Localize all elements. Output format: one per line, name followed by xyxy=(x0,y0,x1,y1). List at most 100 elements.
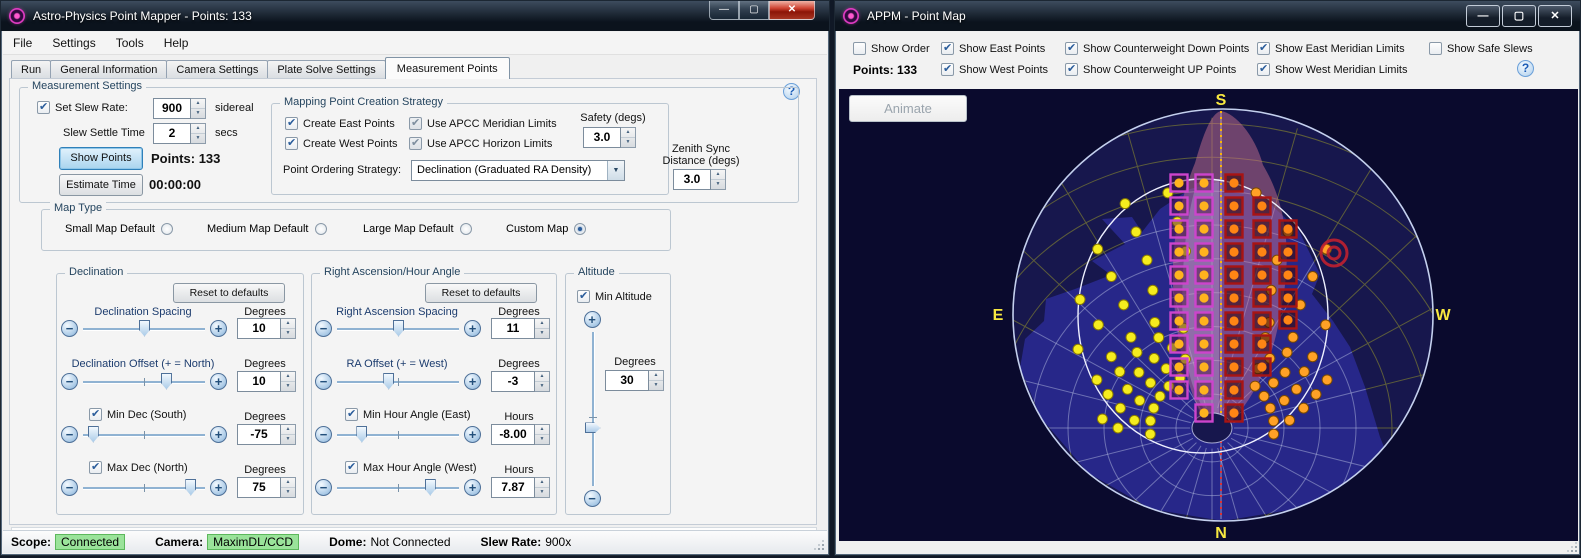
close-button[interactable]: ✕ xyxy=(769,1,815,20)
show-east-points-checkbox[interactable]: Show East Points xyxy=(941,41,1045,55)
zenith-sync-value[interactable]: 3.0 xyxy=(673,169,711,190)
radio-medium-map-default[interactable]: Medium Map Default xyxy=(207,223,327,235)
max-hour-angle-value[interactable]: 7.87 xyxy=(491,477,535,498)
radio-circle[interactable] xyxy=(459,223,472,235)
slider-thumb[interactable] xyxy=(160,372,172,390)
slider-minus-button[interactable]: − xyxy=(583,490,601,507)
set-slew-rate-checkbox[interactable]: Set Slew Rate: xyxy=(37,100,128,114)
max-dec-spinner[interactable]: 75 ▲ ▼ xyxy=(237,477,296,498)
dec-spacing-spinner[interactable]: 10 ▲ ▼ xyxy=(237,318,296,339)
slider-minus-button[interactable]: − xyxy=(61,478,78,496)
zenith-sync-spinner[interactable]: 3.0 ▲ ▼ xyxy=(673,169,726,190)
slider-minus-button[interactable]: − xyxy=(315,319,332,337)
radio-small-map-default[interactable]: Small Map Default xyxy=(65,223,173,235)
slider-plus-button[interactable]: + xyxy=(464,319,481,337)
min-dec-checkbox[interactable]: Min Dec (South) xyxy=(89,407,186,421)
show-order-checkbox[interactable]: Show Order xyxy=(853,42,930,55)
spinner-arrows[interactable]: ▲ ▼ xyxy=(535,424,550,445)
max-dec-checkbox[interactable]: Max Dec (North) xyxy=(89,460,188,474)
spinner-arrows[interactable]: ▲ ▼ xyxy=(711,169,726,190)
radio-circle[interactable] xyxy=(160,223,173,235)
min-altitude-slider[interactable]: + − xyxy=(583,311,601,507)
menu-file[interactable]: File xyxy=(3,33,42,53)
use-apcc-meridian-limits-checkbox[interactable]: Use APCC Meridian Limits xyxy=(409,116,557,130)
slider-plus-button[interactable]: + xyxy=(583,311,601,328)
spinner-arrows[interactable]: ▲ ▼ xyxy=(535,318,550,339)
point-ordering-combo[interactable]: Declination (Graduated RA Density) ▼ xyxy=(411,160,625,181)
checkbox-box[interactable] xyxy=(1257,62,1270,76)
ra-spacing-spinner[interactable]: 11 ▲ ▼ xyxy=(491,318,550,339)
slider-thumb[interactable] xyxy=(393,319,404,337)
slider-plus-button[interactable]: + xyxy=(210,478,227,496)
minimize-button[interactable]: — xyxy=(1466,5,1500,27)
min-dec-slider[interactable]: − + xyxy=(61,425,227,443)
min-altitude-spinner[interactable]: 30 ▲ ▼ xyxy=(605,370,664,391)
min-altitude-checkbox[interactable]: Min Altitude xyxy=(577,289,652,303)
checkbox-box[interactable] xyxy=(89,407,102,421)
min-dec-value[interactable]: -75 xyxy=(237,424,281,445)
close-button[interactable]: ✕ xyxy=(1538,5,1572,27)
checkbox-box[interactable] xyxy=(1429,42,1442,55)
spinner-arrows[interactable]: ▲ ▼ xyxy=(191,98,206,119)
slider-plus-button[interactable]: + xyxy=(210,372,227,390)
slider-plus-button[interactable]: + xyxy=(464,478,481,496)
menu-help[interactable]: Help xyxy=(154,33,199,53)
spinner-arrows[interactable]: ▲ ▼ xyxy=(281,371,296,392)
radio-custom-map[interactable]: Custom Map xyxy=(506,223,587,235)
chevron-down-icon[interactable]: ▼ xyxy=(607,161,624,180)
show-cw-up-points-checkbox[interactable]: Show Counterweight UP Points xyxy=(1065,62,1236,76)
declination-reset-button[interactable]: Reset to defaults xyxy=(173,283,285,303)
tab-general-information[interactable]: General Information xyxy=(50,60,168,79)
checkbox-box[interactable] xyxy=(285,116,298,130)
maximize-button[interactable]: ▢ xyxy=(739,1,769,20)
min-altitude-value[interactable]: 30 xyxy=(605,370,649,391)
spinner-arrows[interactable]: ▲ ▼ xyxy=(281,477,296,498)
tab-camera-settings[interactable]: Camera Settings xyxy=(166,60,269,79)
slider-plus-button[interactable]: + xyxy=(464,425,481,443)
min-hour-angle-slider[interactable]: − + xyxy=(315,425,481,443)
spinner-arrows[interactable]: ▲ ▼ xyxy=(535,477,550,498)
min-hour-angle-checkbox[interactable]: Min Hour Angle (East) xyxy=(345,407,471,421)
ra-offset-value[interactable]: -3 xyxy=(491,371,535,392)
title-bar[interactable]: Astro-Physics Point Mapper - Points: 133 xyxy=(1,1,829,31)
menu-settings[interactable]: Settings xyxy=(42,33,105,53)
min-hour-angle-value[interactable]: -8.00 xyxy=(491,424,535,445)
dec-offset-value[interactable]: 10 xyxy=(237,371,281,392)
use-apcc-horizon-limits-checkbox[interactable]: Use APCC Horizon Limits xyxy=(409,136,552,150)
slider-thumb[interactable] xyxy=(383,372,395,390)
maximize-button[interactable]: ▢ xyxy=(1502,5,1536,27)
slew-rate-spinner[interactable]: 900 ▲ ▼ xyxy=(153,98,206,119)
spinner-arrows[interactable]: ▲ ▼ xyxy=(281,318,296,339)
checkbox-box[interactable] xyxy=(285,136,298,150)
checkbox-box[interactable] xyxy=(1065,41,1078,55)
help-icon[interactable]: ? xyxy=(1517,60,1534,77)
show-cw-down-points-checkbox[interactable]: Show Counterweight Down Points xyxy=(1065,41,1249,55)
slew-rate-value[interactable]: 900 xyxy=(153,98,191,119)
point-map-canvas[interactable]: Animate S N E W xyxy=(839,89,1578,541)
resize-grip[interactable] xyxy=(1567,542,1577,552)
slider-plus-button[interactable]: + xyxy=(210,319,227,337)
slider-minus-button[interactable]: − xyxy=(61,425,78,443)
radio-circle[interactable] xyxy=(574,223,587,235)
menu-tools[interactable]: Tools xyxy=(106,33,154,53)
show-east-meridian-limits-checkbox[interactable]: Show East Meridian Limits xyxy=(1257,41,1405,55)
slider-thumb[interactable] xyxy=(424,478,436,496)
ra-reset-button[interactable]: Reset to defaults xyxy=(425,283,537,303)
spinner-arrows[interactable]: ▲ ▼ xyxy=(535,371,550,392)
slider-thumb[interactable] xyxy=(584,422,601,434)
checkbox-box[interactable] xyxy=(345,407,358,421)
slider-plus-button[interactable]: + xyxy=(210,425,227,443)
ra-offset-slider[interactable]: − + xyxy=(315,372,481,390)
slider-thumb[interactable] xyxy=(185,478,197,496)
spinner-arrows[interactable]: ▲ ▼ xyxy=(621,127,636,148)
ra-spacing-value[interactable]: 11 xyxy=(491,318,535,339)
checkbox-box[interactable] xyxy=(1065,62,1078,76)
slider-minus-button[interactable]: − xyxy=(315,372,332,390)
min-dec-spinner[interactable]: -75 ▲ ▼ xyxy=(237,424,296,445)
checkbox-box[interactable] xyxy=(89,460,102,474)
slider-minus-button[interactable]: − xyxy=(61,372,78,390)
slew-settle-spinner[interactable]: 2 ▲ ▼ xyxy=(153,123,206,144)
dec-offset-spinner[interactable]: 10 ▲ ▼ xyxy=(237,371,296,392)
max-hour-angle-slider[interactable]: − + xyxy=(315,478,481,496)
dec-spacing-value[interactable]: 10 xyxy=(237,318,281,339)
